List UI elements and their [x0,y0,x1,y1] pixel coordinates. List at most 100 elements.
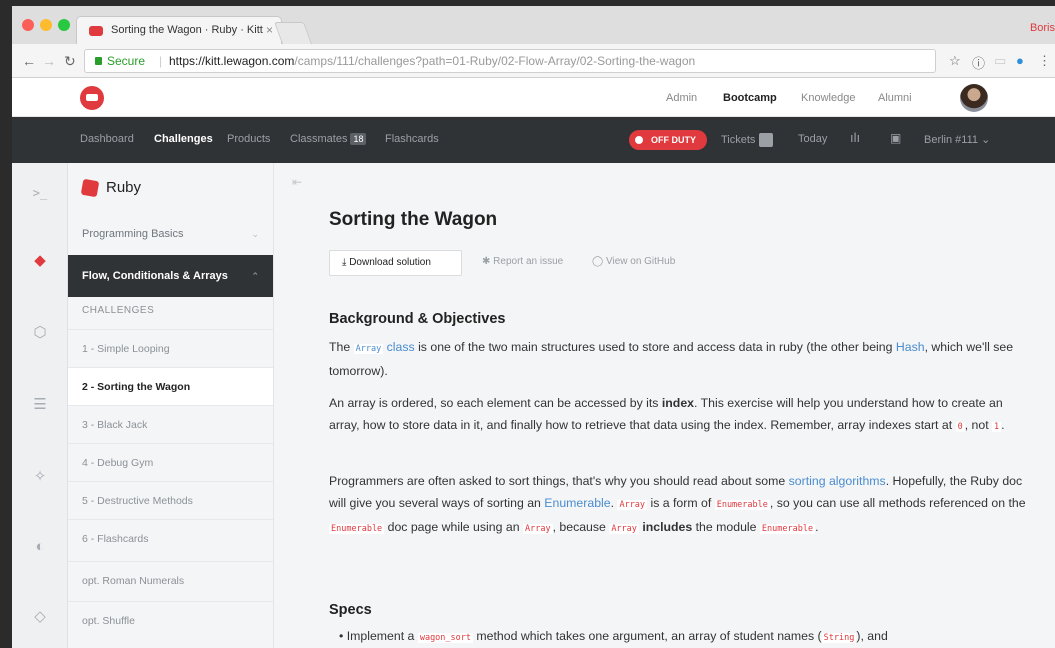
array-class-link[interactable]: class [387,340,415,354]
rails-icon[interactable]: ◐ [30,537,50,557]
nav-bootcamp[interactable]: Bootcamp [723,92,777,104]
text: method which takes one argument, an arra… [473,629,822,643]
section-flow-arrays[interactable]: Flow, Conditionals & Arrays ⌃ [68,255,273,297]
sorting-algorithms-link[interactable]: sorting algorithms [789,474,886,488]
inline-code[interactable]: Array [353,344,384,354]
section-programming-basics[interactable]: Programming Basics ⌄ [68,213,273,255]
back-arrow-icon[interactable]: ← [22,53,36,69]
site-header: Admin Bootcamp Knowledge Alumni [12,79,1055,117]
nav-alumni[interactable]: Alumni [878,92,912,104]
challenge-content: ⇤ Sorting the Wagon ⤓ Download solution … [274,163,1055,648]
paragraph-array-index: An array is ordered, so each element can… [329,392,1029,438]
collapse-sidebar-icon[interactable]: ⇤ [292,175,302,189]
tickets-badge [759,133,774,147]
challenge-item[interactable]: 5 - Destructive Methods [68,481,273,519]
text: , so you can use all methods referenced … [769,496,1026,510]
extension-blue-icon[interactable]: ● [1016,53,1024,68]
address-separator: | [159,54,163,68]
spec-list-item: • Implement a wagon_sort method which ta… [329,625,1029,648]
close-window-button[interactable] [22,19,34,31]
camp-nav: Dashboard Challenges Products Classmates… [12,117,1055,163]
magic-wand-icon[interactable]: ✧ [30,467,50,487]
text: An array is ordered, so each element can… [329,396,662,410]
inline-code: 1 [992,422,1002,432]
nav-products[interactable]: Products [227,133,270,145]
text: is one of the two main structures used t… [414,340,896,354]
menu-dots-icon[interactable]: ⋮ [1038,53,1051,69]
off-duty-toggle[interactable]: OFF DUTY [629,130,707,150]
challenge-item[interactable]: 3 - Black Jack [68,405,273,443]
classmates-label: Classmates [290,133,348,145]
challenge-sidebar: Ruby Programming Basics ⌄ Flow, Conditio… [68,163,274,648]
ruby-icon[interactable]: ◆ [30,251,50,271]
chevron-up-icon: ⌃ [251,271,259,281]
text: ), and [856,629,888,643]
report-label: Report an issue [493,256,564,267]
inline-code: 0 [955,422,965,432]
section-label: Flow, Conditionals & Arrays [82,270,228,282]
extension-icon[interactable]: ▭ [994,53,1006,69]
forward-arrow-icon[interactable]: → [42,53,56,69]
inline-code: Array [609,524,639,534]
bar-chart-icon[interactable]: ılı [850,130,860,145]
browser-toolbar: ← → ↻ Secure | https://kitt.lewagon.com/… [12,44,1055,78]
challenge-item[interactable]: opt. Shuffle [68,601,273,639]
tab-title: Sorting the Wagon · Ruby · Kitt [111,24,263,36]
ruby-logo-icon [80,178,100,198]
browser-window: Sorting the Wagon · Ruby · Kitt × Boris … [12,6,1055,648]
challenge-item[interactable]: 1 - Simple Looping [68,329,273,367]
text: . [815,520,819,534]
browser-tab[interactable]: Sorting the Wagon · Ruby · Kitt × [76,16,282,44]
hash-link[interactable]: Hash [896,340,925,354]
chevron-down-icon: ⌄ [251,229,259,239]
view-github-link[interactable]: ◯ View on GitHub [592,256,675,267]
cube-icon[interactable]: ⬡ [30,323,50,343]
text: . [1001,418,1005,432]
batch-dropdown[interactable]: Berlin #111 ⌄ [924,133,990,146]
tab-close-icon[interactable]: × [266,23,273,37]
bookmark-star-icon[interactable]: ☆ [949,53,961,69]
favicon-icon [89,26,103,36]
url-path: /camps/111/challenges?path=01-Ruby/02-Fl… [294,54,696,68]
text: Programmers are often asked to sort thin… [329,474,789,488]
text: The [329,340,354,354]
text: , not [964,418,993,432]
reload-icon[interactable]: ↻ [64,53,76,70]
specs-heading: Specs [329,602,372,618]
zoom-window-button[interactable] [58,19,70,31]
nav-dashboard[interactable]: Dashboard [80,133,134,145]
text: Implement a [346,629,418,643]
lock-icon [95,57,102,65]
nav-knowledge[interactable]: Knowledge [801,92,855,104]
report-issue-link[interactable]: ✱ Report an issue [482,256,563,267]
page-title: Sorting the Wagon [329,209,498,230]
enumerable-link[interactable]: Enumerable [544,496,610,510]
user-avatar[interactable] [960,84,988,112]
bold-text: includes [642,520,693,534]
challenges-subheader: CHALLENGES [82,305,155,316]
address-bar[interactable]: Secure | https://kitt.lewagon.com/camps/… [84,49,936,73]
github-label: View on GitHub [605,256,676,267]
calendar-icon[interactable]: ▣ [890,131,901,145]
nav-flashcards[interactable]: Flashcards [385,133,439,145]
database-icon[interactable]: ☰ [30,395,50,415]
nav-challenges[interactable]: Challenges [154,133,213,145]
minimize-window-button[interactable] [40,19,52,31]
challenge-item[interactable]: opt. Roman Numerals [68,561,273,599]
off-duty-label: OFF DUTY [651,135,696,145]
text: is a form of [647,496,715,510]
bug-icon: ✱ [482,256,494,267]
nav-today[interactable]: Today [798,133,827,145]
extension-info-icon[interactable]: ⓘ [972,53,985,72]
challenge-item-active[interactable]: 2 - Sorting the Wagon [68,367,273,405]
nav-tickets[interactable]: Tickets [721,133,774,147]
download-solution-button[interactable]: ⤓ Download solution [329,250,462,276]
nav-classmates[interactable]: Classmates 18 [290,133,367,145]
lewagon-logo[interactable] [80,86,104,110]
challenge-item[interactable]: 6 - Flashcards [68,519,273,557]
challenge-item[interactable]: 4 - Debug Gym [68,443,273,481]
profile-name[interactable]: Boris [1030,22,1055,34]
terminal-icon[interactable]: >_ [30,183,50,203]
tag-icon[interactable]: ◇ [30,607,50,627]
nav-admin[interactable]: Admin [666,92,697,104]
